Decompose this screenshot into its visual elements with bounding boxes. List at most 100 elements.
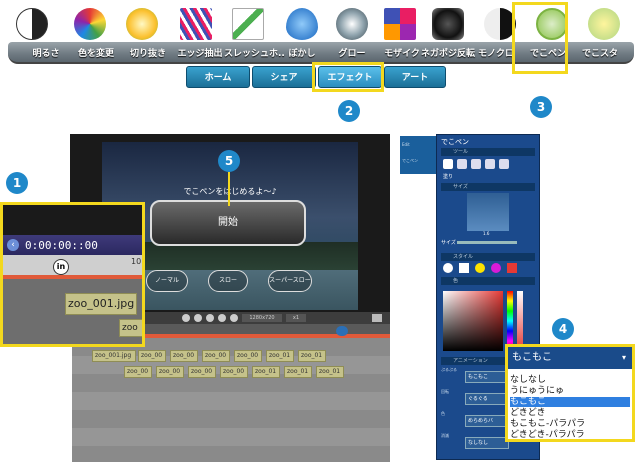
mosaic-icon[interactable] [384,8,416,40]
eraser-icon[interactable] [471,159,481,169]
start-button[interactable]: 開始 [150,200,306,246]
timeline-clip[interactable]: zoo_00 [234,350,262,362]
mode-superslow-button[interactable]: スーパースロー [268,270,312,292]
section-color[interactable]: 色 [441,277,535,285]
timeline-clip[interactable]: zoo_01 [284,366,312,378]
decosta-icon[interactable] [588,8,620,40]
toolbar-label-color[interactable]: 色を変更 [68,46,124,59]
toolbar-label-blur[interactable]: ぼかし [274,46,330,59]
dropdown-option-highlighted[interactable]: もこもこ [510,397,630,407]
zoom-inset: ‹ 0:00:00::00 in 10 zoo_001.jpg zoo [0,202,145,347]
resolution-select[interactable]: 1280x720 [242,314,282,322]
brightness-icon[interactable] [16,8,48,40]
color-magenta-icon[interactable] [491,263,501,273]
color-picker[interactable] [443,291,503,351]
color-yellow-icon[interactable] [475,263,485,273]
style-circle-icon[interactable] [443,263,453,273]
rewind-icon[interactable] [182,314,190,322]
anim-label: 色 [441,411,445,416]
dropdown-option[interactable]: どきどき [510,408,630,418]
prev-icon[interactable] [194,314,202,322]
trash-icon[interactable] [485,159,495,169]
timeline-clip[interactable]: zoo_00 [138,350,166,362]
fast-forward-icon[interactable] [230,314,238,322]
timeline-clip[interactable]: zoo_01 [298,350,326,362]
timeline-clip[interactable]: zoo_00 [220,366,248,378]
mode-normal-button[interactable]: ノーマル [146,270,188,292]
pen-icon[interactable] [443,159,453,169]
dropdown-option[interactable]: どきどき-パラパラ [510,430,630,440]
panel-title: でこペン [441,138,469,146]
section-size[interactable]: サイズ [441,183,535,191]
anim-select[interactable]: めらめらバ [465,415,509,427]
section-tool[interactable]: ツール [441,148,535,156]
section-style[interactable]: スタイル [441,253,535,261]
in-marker[interactable]: in [53,259,69,275]
timeline-clip[interactable]: zoo_00 [124,366,152,378]
threshold-icon[interactable] [232,8,264,40]
color-wheel-icon[interactable] [74,8,106,40]
anim-select[interactable]: もこもこ [465,371,509,383]
cursor-icon[interactable] [499,159,509,169]
playhead[interactable] [336,326,348,336]
tab-home[interactable]: ホーム [186,66,250,88]
callout-5-pointer [228,172,230,206]
toolbar-label-brightness[interactable]: 明るさ [18,46,74,59]
play-icon[interactable] [206,314,214,322]
checkbox-fill[interactable]: 塗り [443,173,453,180]
anim-label: ぷるぷる [441,367,457,372]
style-square-icon[interactable] [459,263,469,273]
callout-3: 3 [530,96,552,118]
tab-art[interactable]: アート [384,66,446,88]
size-slider[interactable] [457,241,517,244]
anim-select[interactable]: ぐるぐる [465,393,509,405]
mode-slow-button[interactable]: スロー [208,270,248,292]
subpanel-item[interactable]: Edit [402,142,410,147]
zoom-clip[interactable]: zoo_001.jpg [65,293,137,315]
dropdown-option[interactable]: うにゅうにゅ [510,386,630,396]
glow-icon[interactable] [336,8,368,40]
toolbar-label-glow[interactable]: グロー [324,46,380,59]
callout-1: 1 [6,172,28,194]
color-red-icon[interactable] [507,263,517,273]
zoom-select[interactable]: x1 [286,314,306,322]
callout-2: 2 [338,100,360,122]
dropdown-option[interactable]: なしなし [510,375,630,385]
camera-icon[interactable] [432,8,464,40]
toolbar-label-crop[interactable]: 切り抜き [120,46,176,59]
chevron-left-icon[interactable]: ‹ [7,239,19,251]
callout-5: 5 [218,150,240,172]
size-label: サイズ [441,240,456,246]
zoom-clip-short[interactable]: zoo [119,319,142,337]
decopen-message: でこペンをはじめるよ～♪ [102,186,358,197]
chevron-down-icon[interactable]: ▾ [622,353,626,362]
toolbar-label-edge[interactable]: エッジ抽出 [172,46,228,59]
timeline-clip[interactable]: zoo_001.jpg [92,350,136,362]
brush-icon[interactable] [457,159,467,169]
toolbar-label-threshold[interactable]: スレッシュホ.. [224,46,285,59]
size-value: 1.6 [483,231,490,236]
anim-select[interactable]: なしなし [465,437,509,449]
crop-lightbulb-icon[interactable] [126,8,158,40]
blur-drop-icon[interactable] [286,8,318,40]
timeline-clip[interactable]: zoo_00 [156,366,184,378]
animation-dropdown[interactable]: もこもこ ▾ なしなし うにゅうにゅ もこもこ どきどき もこもこ-パラパラ ど… [505,344,635,442]
hue-slider[interactable] [507,291,513,351]
dropdown-selected[interactable]: もこもこ [508,347,632,369]
size-preview [467,193,509,231]
tab-share[interactable]: シェア [252,66,316,88]
subpanel-item[interactable]: でこペン [402,158,418,164]
timeline-clip[interactable]: zoo_00 [170,350,198,362]
toolbar-label-decosta[interactable]: でこスタ [572,46,628,59]
timeline-clip[interactable]: zoo_00 [188,366,216,378]
timeline-clip[interactable]: zoo_01 [316,366,344,378]
timecode: 0:00:00::00 [25,239,98,252]
dropdown-option[interactable]: もこもこ-パラパラ [510,419,630,429]
alpha-slider[interactable] [517,291,523,351]
timeline-clip[interactable]: zoo_01 [252,366,280,378]
camera-snapshot-icon[interactable] [372,314,382,322]
edge-icon[interactable] [180,8,212,40]
next-icon[interactable] [218,314,226,322]
timeline-clip[interactable]: zoo_01 [266,350,294,362]
timeline-clip[interactable]: zoo_00 [202,350,230,362]
